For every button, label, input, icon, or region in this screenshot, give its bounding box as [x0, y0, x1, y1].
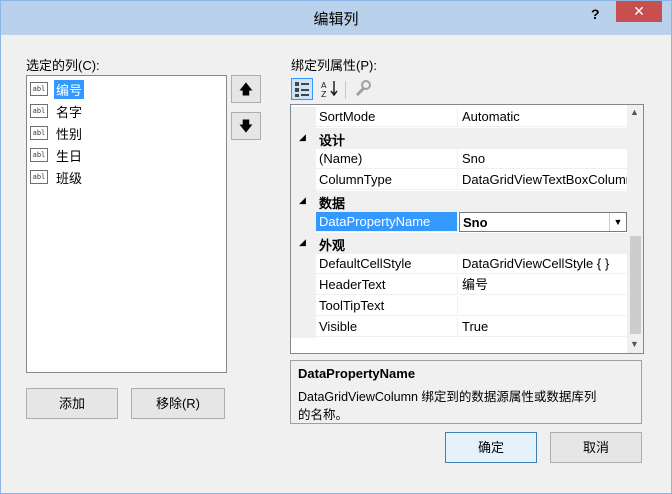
property-row-datapropertyname[interactable]: DataPropertyName Sno ▼: [291, 212, 627, 233]
list-item[interactable]: abl 生日: [30, 146, 84, 164]
property-name: DefaultCellStyle: [316, 254, 458, 274]
scroll-down-icon[interactable]: ▼: [630, 339, 639, 349]
bound-column-properties-label: 绑定列属性(P):: [291, 58, 377, 73]
arrow-down-icon: 🡇: [238, 118, 254, 134]
list-item-label: 编号: [54, 79, 85, 99]
alphabetical-button[interactable]: A Z: [319, 78, 341, 100]
property-row-columntype[interactable]: ColumnType DataGridViewTextBoxColumn: [291, 170, 627, 191]
category-data[interactable]: ◢ 数据: [291, 191, 627, 212]
category-label: 外观: [319, 238, 346, 253]
property-name: (Name): [316, 149, 458, 169]
property-name: SortMode: [316, 107, 458, 127]
list-item[interactable]: abl 班级: [30, 168, 84, 186]
abl-icon: abl: [30, 104, 48, 118]
scrollbar-thumb[interactable]: [630, 236, 641, 334]
property-name: ColumnType: [316, 170, 458, 190]
collapse-triangle-icon[interactable]: ◢: [299, 132, 306, 143]
list-item-label: 名字: [56, 104, 83, 120]
dialog-window: 编辑列 ? ✕ 选定的列(C): abl 编号 abl 名字 abl 性别 ab…: [0, 0, 672, 494]
property-row-visible[interactable]: Visible True: [291, 317, 627, 338]
list-item-label: 性别: [56, 126, 83, 142]
ok-button[interactable]: 确定: [445, 432, 537, 463]
list-item[interactable]: abl 名字: [30, 102, 84, 120]
selected-columns-label: 选定的列(C):: [26, 58, 100, 73]
property-value-editor[interactable]: Sno ▼: [459, 212, 627, 232]
categorized-icon: [295, 82, 309, 97]
list-item[interactable]: abl 编号: [30, 79, 85, 99]
category-label: 设计: [319, 133, 346, 148]
chevron-down-icon[interactable]: ▼: [609, 213, 626, 231]
description-title: DataPropertyName: [298, 366, 416, 381]
sort-az-icon: A Z: [321, 81, 338, 99]
add-button[interactable]: 添加: [26, 388, 118, 419]
vertical-scrollbar[interactable]: ▲ ▼: [627, 105, 643, 353]
svg-text:A: A: [321, 81, 327, 90]
property-name: Visible: [316, 317, 458, 337]
property-value[interactable]: True: [459, 317, 627, 337]
collapse-triangle-icon[interactable]: ◢: [299, 237, 306, 248]
description-panel: DataPropertyName DataGridViewColumn 绑定到的…: [290, 360, 642, 424]
wrench-icon: [355, 80, 371, 97]
abl-icon: abl: [30, 82, 48, 96]
property-row-name[interactable]: (Name) Sno: [291, 149, 627, 170]
title-bar: 编辑列 ? ✕: [1, 1, 671, 35]
close-button[interactable]: ✕: [616, 1, 662, 22]
property-value[interactable]: [459, 296, 627, 316]
toolbar-separator: [345, 81, 346, 99]
property-name: HeaderText: [316, 275, 458, 295]
property-row-headertext[interactable]: HeaderText 编号: [291, 275, 627, 296]
cancel-button[interactable]: 取消: [550, 432, 642, 463]
property-pages-button[interactable]: [351, 78, 373, 100]
scroll-up-icon[interactable]: ▲: [630, 107, 639, 117]
svg-text:Z: Z: [321, 90, 327, 99]
help-button[interactable]: ?: [591, 6, 600, 22]
abl-icon: abl: [30, 170, 48, 184]
list-item-label: 班级: [56, 170, 83, 186]
window-title: 编辑列: [313, 11, 359, 28]
property-name: DataPropertyName: [316, 212, 458, 232]
category-appearance[interactable]: ◢ 外观: [291, 233, 627, 254]
property-grid[interactable]: SortMode Automatic ◢ 设计 (Name) Sno Colum…: [290, 104, 644, 354]
move-down-button[interactable]: 🡇: [231, 112, 261, 140]
description-line-1: DataGridViewColumn 绑定到的数据源属性或数据库列: [298, 390, 597, 404]
property-value[interactable]: Sno: [459, 149, 627, 169]
list-item[interactable]: abl 性别: [30, 124, 84, 142]
categorized-button[interactable]: [291, 78, 313, 100]
property-row-defaultcellstyle[interactable]: DefaultCellStyle DataGridViewCellStyle {…: [291, 254, 627, 275]
category-label: 数据: [319, 196, 346, 211]
category-design[interactable]: ◢ 设计: [291, 128, 627, 149]
property-value[interactable]: Sno: [463, 215, 488, 230]
property-name: ToolTipText: [316, 296, 458, 316]
property-value[interactable]: DataGridViewCellStyle { }: [459, 254, 627, 274]
property-value[interactable]: DataGridViewTextBoxColumn: [459, 170, 627, 190]
move-up-button[interactable]: 🡅: [231, 75, 261, 103]
remove-button[interactable]: 移除(R): [131, 388, 225, 419]
collapse-triangle-icon[interactable]: ◢: [299, 195, 306, 206]
property-value[interactable]: 编号: [459, 275, 627, 295]
property-row-tooltiptext[interactable]: ToolTipText: [291, 296, 627, 317]
list-item-label: 生日: [56, 148, 83, 164]
arrow-up-icon: 🡅: [238, 81, 254, 97]
abl-icon: abl: [30, 148, 48, 162]
abl-icon: abl: [30, 126, 48, 140]
property-row-sortmode[interactable]: SortMode Automatic: [291, 107, 627, 128]
selected-columns-list[interactable]: abl 编号 abl 名字 abl 性别 abl 生日 abl 班级: [26, 75, 227, 373]
description-line-2: 的名称。: [298, 408, 349, 422]
property-value[interactable]: Automatic: [459, 107, 627, 127]
